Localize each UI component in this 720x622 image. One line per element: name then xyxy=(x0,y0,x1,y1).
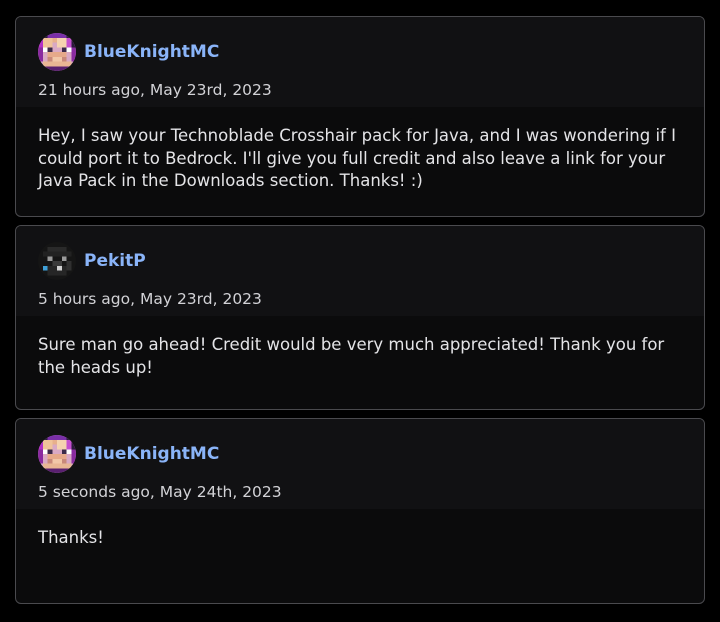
comment-author[interactable]: BlueKnightMC xyxy=(84,444,219,464)
dark-avatar-icon[interactable] xyxy=(38,242,76,280)
author-row: BlueKnightMC xyxy=(38,419,704,473)
comment-timestamp: 5 seconds ago, May 24th, 2023 xyxy=(38,483,282,501)
comment-timestamp: 5 hours ago, May 23rd, 2023 xyxy=(38,290,262,308)
comment-author[interactable]: BlueKnightMC xyxy=(84,42,219,62)
comment-body: Hey, I saw your Technoblade Crosshair pa… xyxy=(38,126,676,190)
comment-body: Thanks! xyxy=(38,528,104,547)
author-row: BlueKnightMC xyxy=(38,17,704,71)
comment-card: PekitP 5 hours ago, May 23rd, 2023 Sure … xyxy=(15,225,705,410)
author-row: PekitP xyxy=(38,226,704,280)
comment-timestamp: 21 hours ago, May 23rd, 2023 xyxy=(38,81,272,99)
pixel-avatar-icon[interactable] xyxy=(38,33,76,71)
comment-header: BlueKnightMC 21 hours ago, May 23rd, 202… xyxy=(16,17,704,107)
comment-author[interactable]: PekitP xyxy=(84,251,146,271)
comment-card: BlueKnightMC 5 seconds ago, May 24th, 20… xyxy=(15,418,705,604)
comment-header: PekitP 5 hours ago, May 23rd, 2023 xyxy=(16,226,704,316)
comment-header: BlueKnightMC 5 seconds ago, May 24th, 20… xyxy=(16,419,704,509)
pixel-avatar-icon[interactable] xyxy=(38,435,76,473)
comment-card: BlueKnightMC 21 hours ago, May 23rd, 202… xyxy=(15,16,705,217)
comment-body: Sure man go ahead! Credit would be very … xyxy=(38,335,665,377)
